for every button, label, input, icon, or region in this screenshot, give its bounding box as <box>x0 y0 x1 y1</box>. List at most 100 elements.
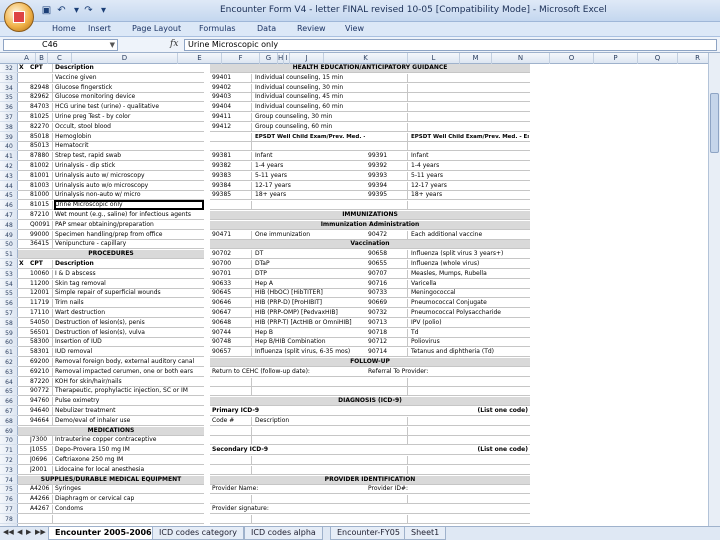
row-header[interactable]: 65 <box>0 387 18 397</box>
code-cell[interactable]: 58300 <box>30 338 53 348</box>
code-cell[interactable]: 87210 <box>30 211 53 220</box>
description-cell[interactable]: 12-17 years <box>255 182 365 190</box>
column-header[interactable]: O <box>550 53 594 64</box>
description-cell[interactable]: Hep A <box>255 280 365 288</box>
section-header[interactable]: SUPPLIES/DURABLE MEDICAL EQUIPMENT <box>18 475 204 485</box>
table-row[interactable]: Vaccine given <box>18 73 204 83</box>
code-cell[interactable]: 69210 <box>30 367 53 377</box>
formula-input[interactable]: Urine Microscopic only <box>184 39 717 51</box>
table-row[interactable]: X CPT Description <box>18 64 204 73</box>
table-row[interactable] <box>210 514 530 524</box>
table-row[interactable]: A4206 Syringes <box>18 485 204 495</box>
table-row[interactable]: 12001 Simple repair of superficial wounds <box>18 289 204 299</box>
code-cell[interactable]: 90714 <box>368 348 408 358</box>
description-cell[interactable]: DT <box>255 250 365 258</box>
table-row[interactable]: 99381 Infant 99391 Infant <box>210 152 530 162</box>
tab-formulas[interactable]: Formulas <box>199 24 236 33</box>
code-cell[interactable] <box>212 201 252 211</box>
tab-data[interactable]: Data <box>257 24 276 33</box>
description-cell[interactable]: EPSDT Well Child Exam/Prev. Med. - New P… <box>255 133 365 141</box>
code-cell[interactable]: CPT <box>30 64 53 73</box>
table-row[interactable]: 81015 Urine Microscopic only <box>18 200 204 211</box>
code-cell[interactable]: 90646 <box>212 299 252 309</box>
code-cell[interactable]: 82270 <box>30 122 53 132</box>
description-cell[interactable]: Pulse oximetry <box>55 397 203 405</box>
row-header[interactable]: 36 <box>0 103 18 113</box>
row-header[interactable]: 70 <box>0 436 18 446</box>
table-row[interactable]: J7300 Intrauterine copper contraceptive <box>18 436 204 446</box>
code-cell[interactable] <box>212 465 252 475</box>
table-row[interactable] <box>210 142 530 152</box>
description-cell[interactable]: 1-4 years <box>255 162 365 170</box>
description-cell[interactable]: Urinalysis non-auto w/ micro <box>55 191 203 199</box>
save-icon[interactable]: ▣ <box>40 4 53 17</box>
code-cell[interactable]: Q0091 <box>30 220 53 230</box>
table-row[interactable] <box>210 201 530 211</box>
row-header[interactable]: 55 <box>0 289 18 299</box>
code-cell[interactable] <box>212 514 252 524</box>
description-cell[interactable]: Intrauterine copper contraceptive <box>55 436 203 444</box>
table-row[interactable]: 99402 Individual counseling, 30 min <box>210 83 530 93</box>
column-header[interactable]: G <box>260 53 278 64</box>
code-cell[interactable]: 90732 <box>368 309 408 318</box>
description-cell[interactable]: Individual counseling, 15 min <box>255 74 365 82</box>
code-cell[interactable]: 11200 <box>30 279 53 289</box>
section-header[interactable]: HEALTH EDUCATION/ANTICIPATORY GUIDANCE <box>210 64 530 73</box>
code-cell[interactable]: 90647 <box>212 309 252 318</box>
code-cell[interactable] <box>368 103 408 113</box>
table-row[interactable]: 84703 HCG urine test (urine) - qualitativ… <box>18 103 204 113</box>
table-row[interactable]: 99401 Individual counseling, 15 min <box>210 73 530 83</box>
table-row[interactable]: 90647 HIB (PRP-OMP) [PedvaxHIB] 90732 Pneum… <box>210 309 530 318</box>
row-header[interactable]: 66 <box>0 397 18 407</box>
row-header[interactable]: 38 <box>0 123 18 132</box>
description-cell[interactable]: Hep B <box>255 329 365 337</box>
table-row[interactable]: 90701 DTP 90707 Measles, Mumps, Rubella <box>210 269 530 279</box>
tab-insert[interactable]: Insert <box>88 24 111 33</box>
row-header[interactable]: 46 <box>0 201 18 211</box>
section-header[interactable]: PROCEDURES <box>18 250 204 260</box>
table-row[interactable]: 90657 Influenza (split virus, 6-35 mos) 90… <box>210 348 530 358</box>
code-cell[interactable]: 81025 <box>30 113 53 122</box>
sheet-tab-encounter-fy05[interactable]: Encounter-FY05 <box>330 527 407 540</box>
description-cell[interactable]: Measles, Mumps, Rubella <box>411 270 529 278</box>
code-cell[interactable]: 99402 <box>212 83 252 93</box>
description-cell[interactable]: Influenza (split virus, 6-35 mos) <box>255 348 365 356</box>
table-row[interactable]: 90744 Hep B 90718 Td <box>210 328 530 338</box>
office-button[interactable] <box>4 2 34 32</box>
description-cell[interactable]: Wet mount (e.g., saline) for infectious … <box>55 211 203 219</box>
description-cell[interactable]: Lidocaine for local anesthesia <box>55 466 203 474</box>
code-cell[interactable]: 99385 <box>212 191 252 201</box>
description-cell[interactable]: One immunization <box>255 231 365 239</box>
description-cell[interactable]: DTP <box>255 270 365 278</box>
code-cell[interactable]: 58301 <box>30 348 53 358</box>
table-row[interactable]: Q0091 PAP smear obtaining/preparation <box>18 220 204 230</box>
code-cell[interactable]: 81000 <box>30 191 53 201</box>
row-header[interactable]: 75 <box>0 485 18 495</box>
code-cell[interactable]: 90716 <box>368 279 408 289</box>
row-header[interactable]: 32 <box>0 64 18 73</box>
code-cell[interactable]: 90658 <box>368 250 408 260</box>
code-cell[interactable] <box>212 495 252 505</box>
table-row[interactable]: 87210 Wet mount (e.g., saline) for infect… <box>18 211 204 220</box>
description-cell[interactable]: Hemoglobin <box>55 133 203 141</box>
code-cell[interactable]: 81003 <box>30 181 53 191</box>
section-header[interactable]: PROVIDER IDENTIFICATION <box>210 475 530 485</box>
table-row[interactable]: 11719 Trim nails <box>18 299 204 309</box>
checkbox-cell[interactable]: X <box>19 260 29 268</box>
description-cell[interactable]: 1-4 years <box>411 162 529 170</box>
code-cell[interactable]: 99404 <box>212 103 252 113</box>
sheet-tab-encounter-2005-2006[interactable]: Encounter 2005-2006 <box>48 527 159 540</box>
row-header[interactable]: 74 <box>0 476 18 485</box>
section-header[interactable]: Vaccination <box>210 240 530 250</box>
column-header[interactable]: P <box>594 53 638 64</box>
description-cell[interactable]: Removal impacted cerumen, one or both ea… <box>55 368 203 376</box>
row-header[interactable]: 40 <box>0 142 18 152</box>
code-cell[interactable]: 81001 <box>30 171 53 181</box>
column-header[interactable]: K <box>324 53 408 64</box>
description-cell[interactable]: Simple repair of superficial wounds <box>55 289 203 297</box>
code-cell[interactable]: 90772 <box>30 387 53 397</box>
code-cell[interactable]: CPT <box>30 260 53 269</box>
description-cell[interactable]: Destruction of lesion(s), penis <box>55 319 203 327</box>
description-cell[interactable]: Poliovirus <box>411 338 529 346</box>
table-row[interactable]: 90700 DTaP 90655 Influenza (whole virus) <box>210 260 530 269</box>
